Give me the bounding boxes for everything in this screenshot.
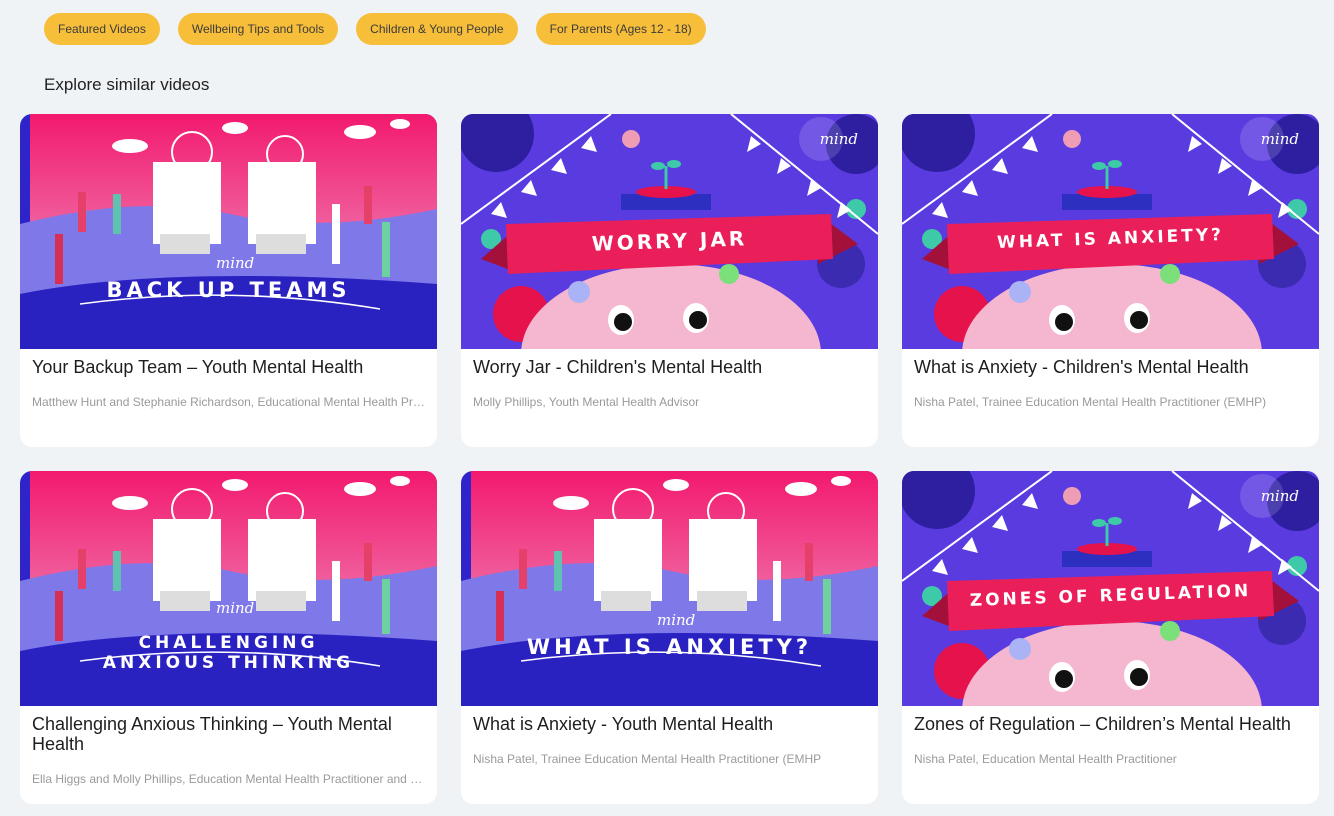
video-grid: mind BACK UP TEAMS Your Backup Team – Yout… xyxy=(20,114,1319,804)
video-author: Nisha Patel, Education Mental Health Pra… xyxy=(914,752,1177,766)
mind-logo-icon: mind xyxy=(1260,130,1299,148)
video-thumbnail[interactable]: mind WHAT IS ANXIETY? xyxy=(461,471,878,706)
video-title[interactable]: What is Anxiety - Youth Mental Health xyxy=(473,714,866,734)
video-card[interactable]: mind BACK UP TEAMS Your Backup Team – Yout… xyxy=(20,114,437,447)
video-author: Molly Phillips, Youth Mental Health Advi… xyxy=(473,395,700,409)
video-author: Matthew Hunt and Stephanie Richardson, E… xyxy=(32,395,425,409)
category-tags: Featured Videos Wellbeing Tips and Tools… xyxy=(44,13,706,45)
video-author: Ella Higgs and Molly Phillips, Education… xyxy=(32,772,425,786)
thumbnail-caption: ANXIOUS THINKING xyxy=(102,653,355,673)
video-thumbnail[interactable]: mind BACK UP TEAMS xyxy=(20,114,437,349)
tag-wellbeing-tips[interactable]: Wellbeing Tips and Tools xyxy=(177,13,339,45)
mind-logo-icon: mind xyxy=(1260,487,1299,505)
thumbnail-caption: WHAT IS ANXIETY? xyxy=(526,635,813,659)
video-card[interactable]: mind WHAT IS ANXIETY? What is Anxiety - Yo… xyxy=(461,471,878,804)
tag-children-young-people[interactable]: Children & Young People xyxy=(356,13,518,45)
video-thumbnail[interactable]: mind ZONES OF REGULATION xyxy=(902,471,1319,706)
mind-logo-icon: mind xyxy=(819,130,858,148)
video-title[interactable]: Worry Jar - Children's Mental Health xyxy=(473,357,866,377)
video-thumbnail[interactable]: mind CHALLENGING ANXIOUS THINKING xyxy=(20,471,437,706)
video-card-body: Challenging Anxious Thinking – Youth Men… xyxy=(20,706,437,786)
thumbnail-caption: CHALLENGING xyxy=(138,633,319,653)
video-thumbnail[interactable]: mind WORRY JAR xyxy=(461,114,878,349)
video-card[interactable]: mind WHAT IS ANXIETY? What is Anxiety - Ch… xyxy=(902,114,1319,447)
video-thumbnail[interactable]: mind WHAT IS ANXIETY? xyxy=(902,114,1319,349)
video-title[interactable]: Zones of Regulation – Children’s Mental … xyxy=(914,714,1307,734)
mind-logo-icon: mind xyxy=(657,611,696,629)
video-card-body: What is Anxiety - Children's Mental Heal… xyxy=(902,349,1319,409)
video-card-body: Your Backup Team – Youth Mental Health Ma… xyxy=(20,349,437,409)
video-card-body: What is Anxiety - Youth Mental Health Nis… xyxy=(461,706,878,766)
video-card[interactable]: mind WORRY JAR Worry Jar - Children's Ment… xyxy=(461,114,878,447)
video-card[interactable]: mind CHALLENGING ANXIOUS THINKING Challengi… xyxy=(20,471,437,804)
video-author: Nisha Patel, Trainee Education Mental He… xyxy=(914,395,1267,409)
video-title[interactable]: What is Anxiety - Children's Mental Heal… xyxy=(914,357,1307,377)
video-title[interactable]: Your Backup Team – Youth Mental Health xyxy=(32,357,425,377)
video-title[interactable]: Challenging Anxious Thinking – Youth Men… xyxy=(32,714,425,754)
video-card-body: Worry Jar - Children's Mental Health Moll… xyxy=(461,349,878,409)
video-author: Nisha Patel, Trainee Education Mental He… xyxy=(473,752,822,766)
video-card[interactable]: mind ZONES OF REGULATION Zones of Regulati… xyxy=(902,471,1319,804)
mind-logo-icon: mind xyxy=(216,254,255,272)
tag-featured-videos[interactable]: Featured Videos xyxy=(44,13,160,45)
section-title: Explore similar videos xyxy=(44,75,210,94)
mind-logo-icon: mind xyxy=(216,599,255,617)
tag-for-parents[interactable]: For Parents (Ages 12 - 18) xyxy=(535,13,706,45)
thumbnail-caption: BACK UP TEAMS xyxy=(106,278,351,302)
video-card-body: Zones of Regulation – Children’s Mental … xyxy=(902,706,1319,766)
